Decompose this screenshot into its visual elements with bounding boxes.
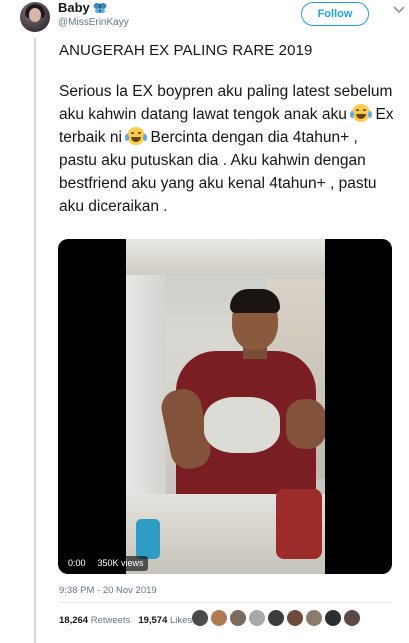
- liker-avatar[interactable]: [249, 610, 265, 626]
- likes-label: Likes: [170, 615, 193, 626]
- liker-avatar[interactable]: [306, 610, 322, 626]
- chevron-down-icon[interactable]: [393, 5, 405, 15]
- butterfly-icon: [93, 3, 107, 14]
- tears-of-joy-emoji-icon: [350, 104, 373, 122]
- retweets-stat[interactable]: 18,264 Retweets: [59, 615, 130, 626]
- display-name[interactable]: Baby: [58, 0, 90, 16]
- tweet-text-line1: Serious la EX boypren aku paling latest …: [59, 83, 393, 123]
- author-names[interactable]: Baby @MissErinKayy: [58, 0, 129, 30]
- video-player[interactable]: 1 0:00 350K views: [58, 239, 392, 574]
- video-time: 0:00: [64, 556, 90, 571]
- divider: [59, 602, 392, 603]
- avatar[interactable]: [20, 2, 50, 32]
- tweet-title: ANUGERAH EX PALING RARE 2019: [59, 42, 313, 59]
- thread-line: [34, 38, 36, 643]
- tweet-timestamp[interactable]: 9:38 PM - 20 Nov 2019: [59, 585, 157, 596]
- video-views: 350K views: [93, 556, 148, 571]
- tweet-header: Baby @MissErinKayy Follow: [18, 0, 405, 36]
- liker-avatars[interactable]: [192, 610, 360, 626]
- liker-avatar[interactable]: [344, 610, 360, 626]
- liker-avatar[interactable]: [325, 610, 341, 626]
- liker-avatar[interactable]: [268, 610, 284, 626]
- video-stats: 0:00 350K views: [64, 556, 148, 571]
- tweet-text: Serious la EX boypren aku paling latest …: [59, 80, 394, 218]
- likes-count: 19,574: [138, 615, 168, 626]
- liker-avatar[interactable]: [287, 610, 303, 626]
- video-frame[interactable]: 1: [126, 239, 325, 574]
- likes-stat[interactable]: 19,574 Likes: [138, 615, 192, 626]
- tweet-stats: 18,264 Retweets 19,574 Likes: [59, 615, 192, 626]
- handle[interactable]: @MissErinKayy: [58, 16, 129, 30]
- follow-button[interactable]: Follow: [301, 2, 369, 26]
- retweets-count: 18,264: [59, 615, 89, 626]
- tears-of-joy-emoji-icon: [125, 127, 148, 145]
- liker-avatar[interactable]: [211, 610, 227, 626]
- retweets-label: Retweets: [90, 615, 131, 626]
- liker-avatar[interactable]: [192, 610, 208, 626]
- liker-avatar[interactable]: [230, 610, 246, 626]
